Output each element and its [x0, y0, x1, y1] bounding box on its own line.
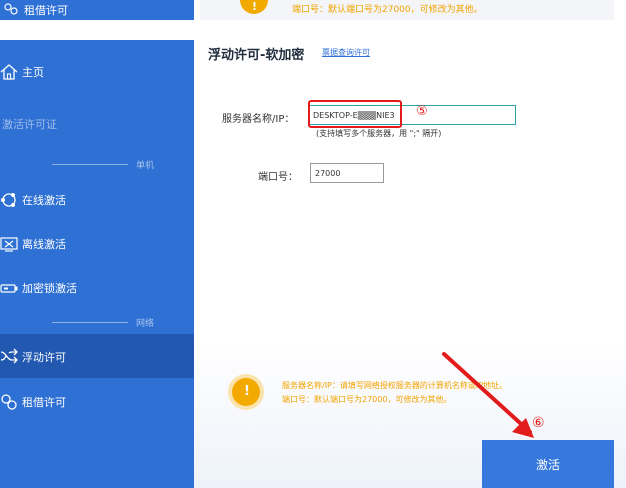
offline-icon	[0, 237, 18, 252]
divider-label: 单机	[136, 161, 155, 171]
sidebar: 主页 激活许可证 单机 在线激活 离线激活 加密锁激活 网络 浮动许可 租借许可	[0, 40, 194, 488]
top-strip: 租借许可 ! 端口号：默认端口号为27000，可修改为其他。	[0, 0, 626, 26]
usb-dongle-icon	[0, 284, 18, 293]
divider-network: 网络	[0, 316, 194, 329]
warning-icon: !	[232, 378, 260, 406]
query-license-link[interactable]: 票据查询许可	[322, 47, 370, 58]
annotation-highlight-box	[308, 100, 402, 128]
divider-line	[52, 322, 128, 323]
warning-icon: !	[240, 0, 268, 14]
sidebar-item-offline-activate[interactable]: 离线激活	[0, 226, 194, 262]
sidebar-item-borrow-license[interactable]: 租借许可	[0, 384, 194, 420]
step-5-marker: ⑤	[416, 104, 428, 119]
sidebar-item-label: 租借许可	[22, 396, 66, 409]
floating-license-icon	[0, 348, 18, 364]
server-label: 服务器名称/IP：	[222, 114, 295, 125]
section-label: 激活许可证	[2, 118, 57, 131]
notice-line-2: 端口号：默认端口号为27000，可修改为其他。	[282, 395, 452, 404]
borrow-icon	[4, 3, 18, 15]
sidebar-item-label: 加密锁激活	[22, 282, 77, 295]
sidebar-item-floating-license[interactable]: 浮动许可	[0, 334, 194, 378]
home-icon	[0, 64, 18, 80]
step-6-marker: ⑥	[532, 415, 545, 431]
sidebar-item-label: 在线激活	[22, 194, 66, 207]
main-panel: 浮动许可-软加密 票据查询许可 服务器名称/IP： ⑤ (支持填写多个服务器，用…	[194, 40, 626, 488]
page-title: 浮动许可-软加密	[208, 48, 305, 63]
sidebar-item-label: 离线激活	[22, 238, 66, 251]
sidebar-section-activate: 激活许可证	[0, 106, 194, 142]
port-label: 端口号：	[258, 172, 298, 183]
sidebar-item-label: 浮动许可	[22, 351, 66, 364]
sidebar-item-online-activate[interactable]: 在线激活	[0, 182, 194, 218]
sidebar-item-home[interactable]: 主页	[0, 54, 194, 90]
port-input[interactable]	[310, 163, 384, 183]
sidebar-item-label: 主页	[22, 66, 44, 79]
online-icon	[1, 193, 16, 207]
top-notice-text: 端口号：默认端口号为27000，可修改为其他。	[292, 5, 483, 15]
borrow-icon	[1, 394, 17, 410]
activate-button[interactable]: 激活	[482, 440, 614, 488]
sidebar-item-dongle-activate[interactable]: 加密锁激活	[0, 270, 194, 306]
divider-single: 单机	[0, 158, 194, 171]
divider-label: 网络	[136, 319, 155, 329]
divider-line	[52, 164, 128, 165]
server-hint: (支持填写多个服务器，用 ";" 隔开)	[316, 129, 442, 138]
sidebar-item-label: 租借许可	[24, 4, 68, 17]
sidebar-item-borrow-top[interactable]: 租借许可	[0, 0, 194, 20]
top-notice: ! 端口号：默认端口号为27000，可修改为其他。	[200, 0, 614, 20]
